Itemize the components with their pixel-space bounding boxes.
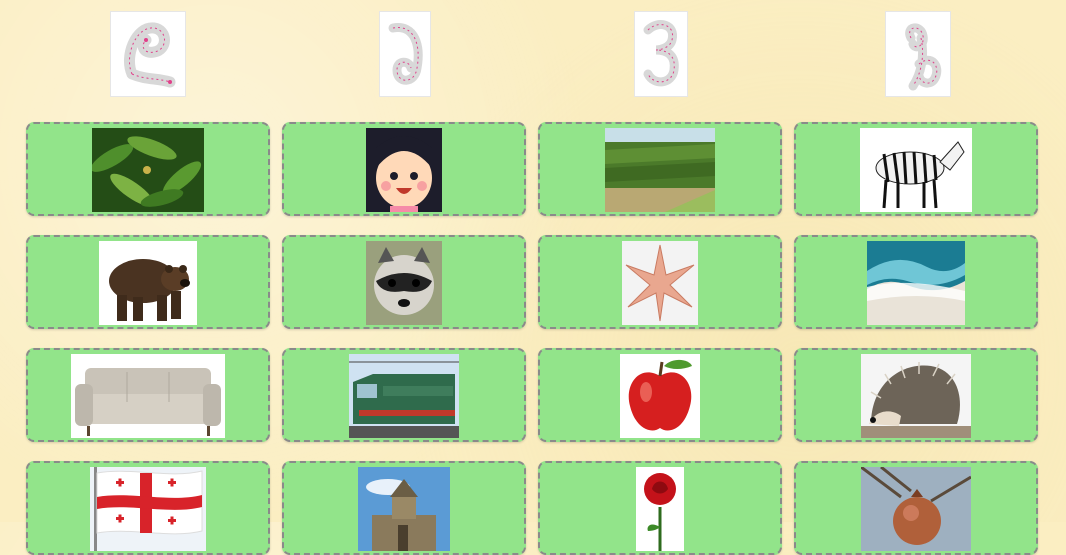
- pomegranate-image: [861, 467, 971, 551]
- tile-pomegranate[interactable]: [794, 461, 1038, 555]
- letter-card-2[interactable]: [380, 12, 430, 96]
- cartoon-girl-image: [366, 128, 442, 212]
- electric-train-image: [349, 354, 459, 438]
- tile-zebra[interactable]: [794, 122, 1038, 216]
- brown-bear-image: [99, 241, 197, 325]
- tile-girl[interactable]: [282, 122, 526, 216]
- copper-star-image: [622, 241, 698, 325]
- tile-train[interactable]: [282, 348, 526, 442]
- letter-trace-icon: [388, 23, 423, 85]
- tile-wave[interactable]: [794, 235, 1038, 329]
- tile-apple[interactable]: [538, 348, 782, 442]
- hedgehog-image: [861, 354, 971, 438]
- church-image: [358, 467, 450, 551]
- tile-vineyard[interactable]: [538, 122, 782, 216]
- letter-trace-zeni-icon: [905, 23, 942, 91]
- tile-church[interactable]: [282, 461, 526, 555]
- letter-card-4[interactable]: [886, 12, 950, 96]
- sea-wave-image: [867, 241, 965, 325]
- tile-flag[interactable]: [26, 461, 270, 555]
- letter-card-1[interactable]: [111, 12, 185, 96]
- tile-laurel[interactable]: [26, 122, 270, 216]
- red-rose-image: [636, 467, 684, 551]
- letter-row: [0, 0, 1066, 110]
- raccoon-image: [366, 241, 442, 325]
- letter-trace-icon: [643, 20, 679, 87]
- letter-card-3[interactable]: [635, 12, 687, 96]
- tile-raccoon[interactable]: [282, 235, 526, 329]
- vineyard-image: [605, 128, 715, 212]
- tile-bear[interactable]: [26, 235, 270, 329]
- sofa-image: [71, 354, 225, 438]
- tile-rose[interactable]: [538, 461, 782, 555]
- tile-hedgehog[interactable]: [794, 348, 1038, 442]
- tile-star[interactable]: [538, 235, 782, 329]
- laurel-leaves-image: [92, 128, 204, 212]
- red-apple-image: [620, 354, 700, 438]
- zebra-image: [860, 128, 972, 212]
- tile-sofa[interactable]: [26, 348, 270, 442]
- letter-trace-ghani-icon: [123, 22, 176, 88]
- georgian-flag-image: [90, 467, 206, 551]
